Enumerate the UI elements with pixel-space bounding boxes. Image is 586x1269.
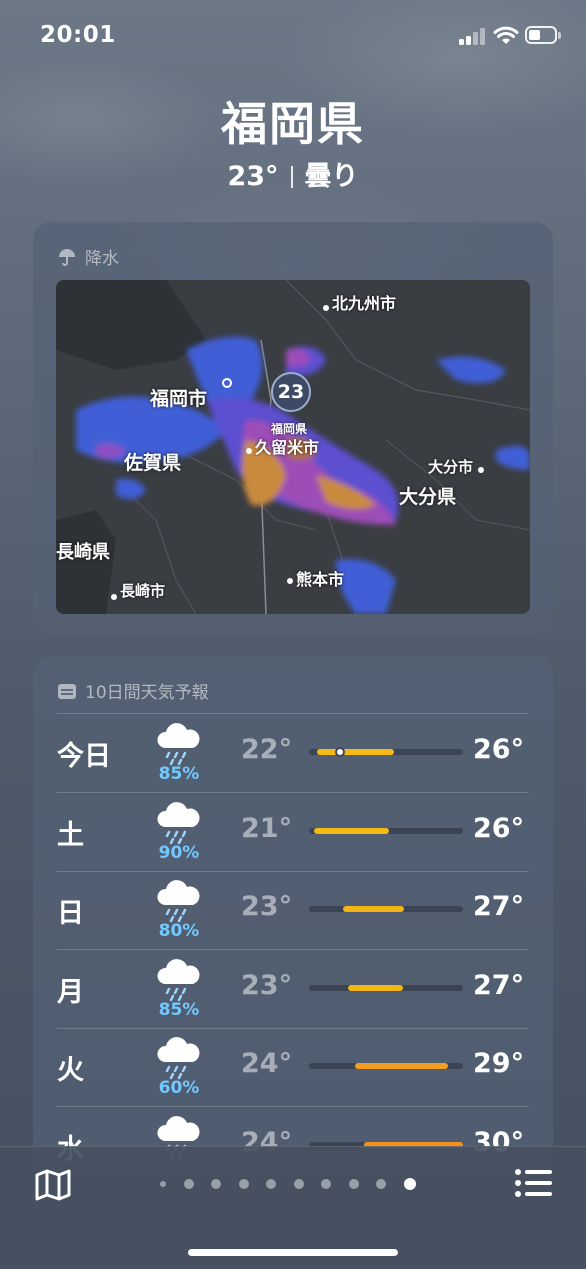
map-label-nagasaki-pref: 長崎県 xyxy=(56,542,110,563)
forecast-row[interactable]: 火 60% 24° 29° xyxy=(33,1028,553,1107)
map-label-oita-city: 大分市 xyxy=(428,458,474,476)
low-temp: 22° xyxy=(241,734,293,765)
map-label-kitakyushu: 北九州市 xyxy=(332,294,397,313)
temp-range-bar xyxy=(309,747,463,757)
high-temp: 27° xyxy=(473,891,525,922)
page-dot[interactable] xyxy=(211,1179,221,1189)
temp-range-fill xyxy=(342,906,405,912)
precipitation-title: 降水 xyxy=(85,249,119,269)
map-label-saga: 佐賀県 xyxy=(124,452,182,474)
map-label-nagasaki-city: 長崎市 xyxy=(120,582,166,600)
temp-range-bar xyxy=(309,1063,463,1069)
forecast-row[interactable]: 今日 85% 22° 26° xyxy=(33,714,553,793)
temp-range-fill xyxy=(313,827,390,834)
low-temp: 21° xyxy=(241,812,293,844)
temp-range-fill xyxy=(316,749,394,755)
page-dot[interactable] xyxy=(376,1179,386,1189)
page-dot[interactable] xyxy=(160,1181,166,1187)
high-temp: 26° xyxy=(473,734,525,765)
page-dot[interactable] xyxy=(321,1179,331,1189)
forecast-row[interactable]: 土 90% 21° 26° xyxy=(33,793,553,872)
forecast-header: 10日間天気予報 xyxy=(57,678,209,703)
temp-range-bar xyxy=(309,827,463,834)
map-label-oita: 大分県 xyxy=(399,486,457,508)
precip-chance: 85% xyxy=(158,999,200,1020)
high-temp: 27° xyxy=(473,969,525,1001)
cellular-signal-icon xyxy=(459,27,487,45)
precipitation-map[interactable]: 北九州市 福岡市 23 福岡県 久留米市 佐賀県 大分市 大分県 長崎県 長崎市… xyxy=(56,280,530,614)
page-dot[interactable] xyxy=(238,1179,249,1189)
forecast-day: 月 xyxy=(57,976,84,1008)
map-dot-oita xyxy=(478,467,484,473)
precip-chance: 60% xyxy=(158,1078,200,1098)
umbrella-icon xyxy=(59,248,75,266)
battery-icon xyxy=(525,26,557,44)
map-label-fukuoka-city: 福岡市 xyxy=(150,388,208,410)
low-temp: 23° xyxy=(241,891,293,922)
forecast-day: 日 xyxy=(57,898,84,929)
map-dot-kumamoto xyxy=(287,578,293,584)
map-dot-nagasaki xyxy=(111,594,117,600)
calendar-icon xyxy=(58,683,76,699)
precip-chance: 85% xyxy=(158,764,200,784)
forecast-card[interactable]: 10日間天気予報 今日 85% 22° 26° 土 90% 21° 26° 日 80% 23° 27°… xyxy=(33,656,553,1176)
temp-range-bar xyxy=(309,906,463,912)
temp-range-fill xyxy=(347,984,403,991)
forecast-title: 10日間天気予報 xyxy=(85,683,209,703)
temp-range-bar xyxy=(309,984,463,991)
page-dot[interactable] xyxy=(266,1179,276,1189)
current-temp-marker xyxy=(334,747,345,757)
low-temp: 23° xyxy=(241,969,293,1001)
page-indicator[interactable] xyxy=(160,1177,433,1191)
home-indicator xyxy=(188,1249,398,1256)
map-label-kumamoto: 熊本市 xyxy=(296,570,345,589)
list-icon[interactable] xyxy=(513,1167,553,1199)
map-dot-fukuoka xyxy=(222,378,232,388)
page-dot[interactable] xyxy=(403,1178,416,1190)
map-dot-kitakyushu xyxy=(323,305,329,311)
current-location-pin[interactable]: 23 xyxy=(271,372,311,412)
status-time: 20:01 xyxy=(40,22,116,48)
high-temp: 26° xyxy=(473,812,525,844)
high-temp: 29° xyxy=(473,1048,525,1079)
current-conditions: 23° 曇り xyxy=(0,154,586,193)
current-condition: 曇り xyxy=(304,161,359,192)
forecast-row[interactable]: 日 80% 23° 27° xyxy=(33,871,553,950)
forecast-day: 土 xyxy=(57,819,84,851)
bottom-toolbar xyxy=(0,1146,586,1269)
precip-chance: 80% xyxy=(158,921,200,941)
wifi-icon xyxy=(493,26,519,44)
precip-chance: 90% xyxy=(158,842,200,863)
precipitation-card[interactable]: 降水 北九州市 福岡市 23 福岡県 久留米市 佐賀県 大分市 大分県 長崎県 … xyxy=(33,222,553,636)
map-dot-kurume xyxy=(246,448,252,454)
precipitation-header: 降水 xyxy=(57,244,119,269)
low-temp: 24° xyxy=(241,1048,293,1079)
page-dot[interactable] xyxy=(293,1179,304,1189)
forecast-day: 火 xyxy=(57,1055,84,1086)
forecast-row[interactable]: 月 85% 23° 27° xyxy=(33,950,553,1029)
map-icon[interactable] xyxy=(33,1167,73,1203)
battery-cap xyxy=(558,32,561,39)
temp-range-fill xyxy=(355,1063,448,1069)
separator xyxy=(290,166,293,188)
map-label-kurume: 久留米市 xyxy=(255,438,320,457)
forecast-day: 今日 xyxy=(57,741,111,772)
status-bar: 20:01 xyxy=(0,0,586,70)
current-temperature: 23° xyxy=(227,161,279,192)
location-title: 福岡県 xyxy=(221,97,365,151)
page-dot[interactable] xyxy=(183,1179,194,1189)
page-dot[interactable] xyxy=(348,1179,359,1189)
